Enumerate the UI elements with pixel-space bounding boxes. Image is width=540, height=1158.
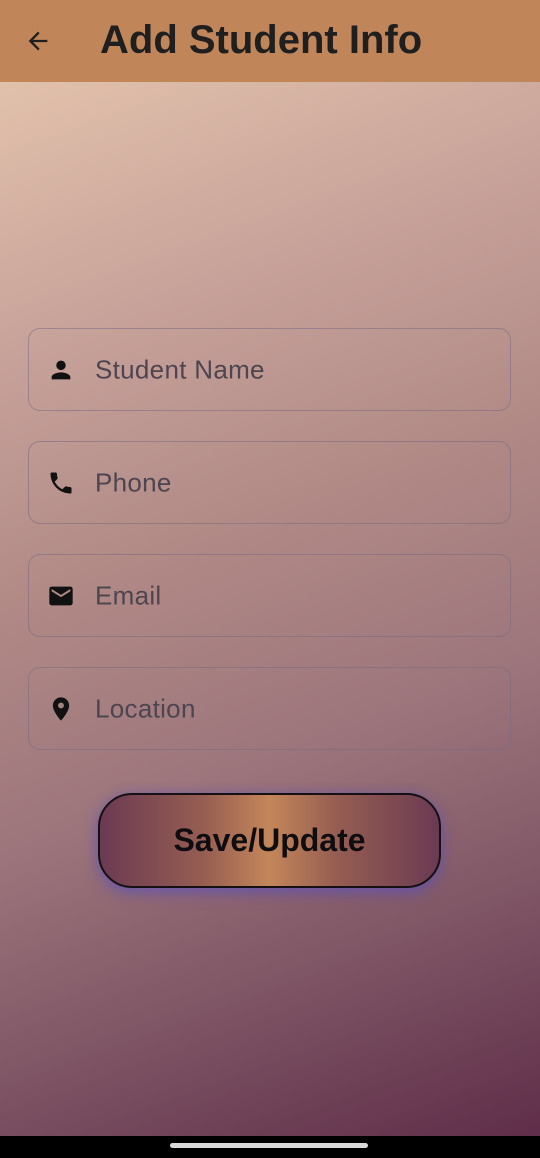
back-button[interactable] (22, 25, 54, 57)
screen: Add Student Info Student Name Phone Emai… (0, 0, 540, 1158)
student-name-field[interactable]: Student Name (28, 328, 511, 411)
arrow-back-icon (28, 31, 48, 51)
save-update-button[interactable]: Save/Update (98, 793, 441, 888)
location-pin-icon (47, 695, 75, 723)
home-gesture-handle[interactable] (170, 1143, 368, 1148)
email-placeholder: Email (95, 580, 162, 610)
student-name-placeholder: Student Name (95, 354, 265, 384)
phone-icon (47, 469, 75, 497)
location-placeholder: Location (95, 693, 196, 723)
page-title: Add Student Info (100, 18, 423, 62)
mail-icon (47, 582, 75, 610)
phone-field[interactable]: Phone (28, 441, 511, 524)
person-icon (47, 356, 75, 384)
phone-placeholder: Phone (95, 467, 172, 497)
location-field[interactable]: Location (28, 667, 511, 750)
app-bar: Add Student Info (0, 0, 540, 82)
email-field[interactable]: Email (28, 554, 511, 637)
save-update-label: Save/Update (173, 822, 366, 858)
